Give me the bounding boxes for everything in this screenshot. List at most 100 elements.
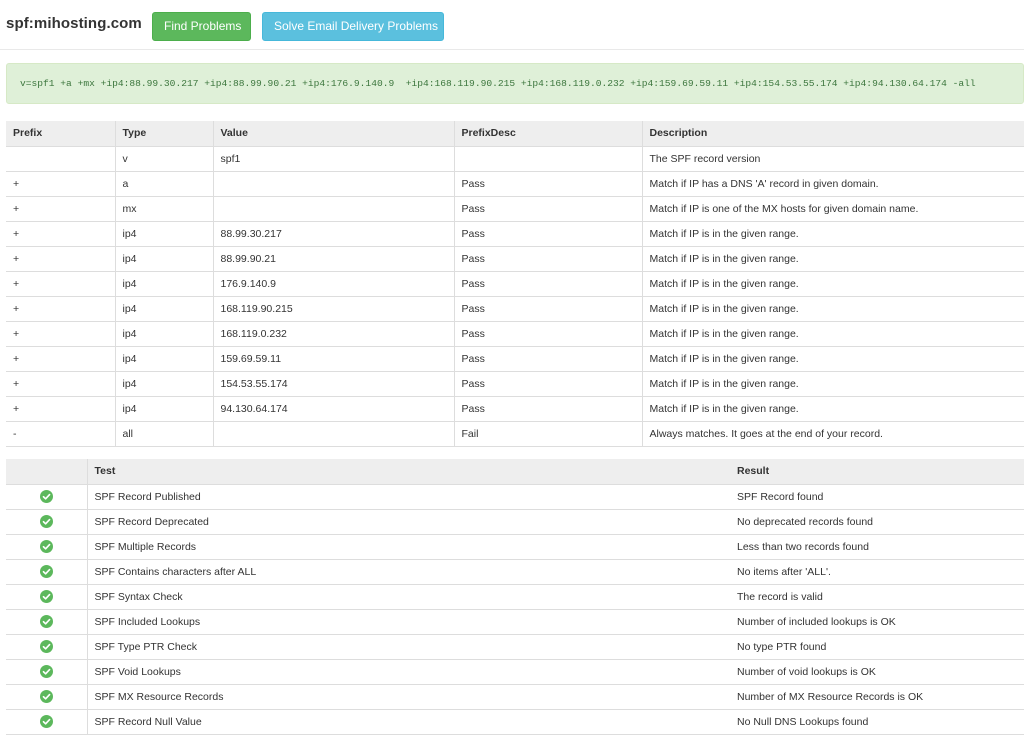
cell-type: ip4 bbox=[115, 346, 214, 371]
cell-type: ip4 bbox=[115, 321, 214, 346]
cell-prefixdesc: Pass bbox=[454, 371, 643, 396]
table-row: + mx Pass Match if IP is one of the MX host… bbox=[6, 196, 1024, 221]
cell-type: mx bbox=[115, 196, 214, 221]
cell-result: Less than two records found bbox=[737, 540, 869, 553]
cell-test: SPF Multiple Records bbox=[94, 540, 197, 553]
cell-result: Number of included lookups is OK bbox=[737, 615, 896, 628]
spf-tests-table: Test Result SPF Record Published SPF Reco… bbox=[6, 459, 1024, 735]
cell-description: Match if IP is in the given range. bbox=[649, 252, 799, 265]
cell-status bbox=[6, 534, 88, 559]
cell-type: ip4 bbox=[115, 271, 214, 296]
table-row: SPF Record Null Value No Null DNS Lookups… bbox=[6, 709, 1024, 734]
check-circle-icon bbox=[39, 590, 53, 603]
cell-prefixdesc: Pass bbox=[454, 221, 643, 246]
check-circle-icon bbox=[39, 690, 53, 703]
cell-result: Number of void lookups is OK bbox=[737, 665, 876, 678]
column-header-prefixdesc: PrefixDesc bbox=[454, 121, 643, 146]
cell-type: all bbox=[115, 421, 214, 446]
table-header-row: Test Result bbox=[6, 459, 1024, 484]
cell-value: 176.9.140.9 bbox=[213, 271, 455, 296]
table-row: + ip4 154.53.55.174 Pass Match if IP is in t… bbox=[6, 371, 1024, 396]
cell-status bbox=[6, 709, 88, 734]
cell-status bbox=[6, 559, 88, 584]
check-circle-icon bbox=[39, 640, 53, 653]
cell-value: 168.119.0.232 bbox=[213, 321, 455, 346]
cell-prefixdesc: Fail bbox=[454, 421, 643, 446]
cell-prefixdesc: Pass bbox=[454, 321, 643, 346]
spf-terms-table: Prefix Type Value PrefixDesc Description… bbox=[6, 121, 1024, 447]
cell-result: Number of MX Resource Records is OK bbox=[737, 690, 924, 703]
cell-status bbox=[6, 584, 88, 609]
table-row: + ip4 176.9.140.9 Pass Match if IP is in the… bbox=[6, 271, 1024, 296]
table-header-row: Prefix Type Value PrefixDesc Description bbox=[6, 121, 1024, 146]
table-row: SPF MX Resource Records Number of MX Reso… bbox=[6, 684, 1024, 709]
cell-prefixdesc: Pass bbox=[454, 171, 643, 196]
check-circle-icon bbox=[39, 615, 53, 628]
cell-prefix: + bbox=[6, 296, 116, 321]
cell-value: 159.69.59.11 bbox=[213, 346, 455, 371]
cell-status bbox=[6, 609, 88, 634]
cell-prefixdesc: Pass bbox=[454, 296, 643, 321]
cell-value: 168.119.90.215 bbox=[213, 296, 455, 321]
cell-prefix: + bbox=[6, 346, 116, 371]
solve-email-delivery-button[interactable]: Solve Email Delivery Problems bbox=[262, 12, 444, 41]
cell-description: Match if IP is in the given range. bbox=[649, 352, 799, 365]
cell-result: No deprecated records found bbox=[737, 515, 874, 528]
cell-status bbox=[6, 634, 88, 659]
cell-description: Match if IP is in the given range. bbox=[649, 227, 799, 240]
cell-description: Always matches. It goes at the end of yo… bbox=[649, 427, 883, 440]
table-row: + a Pass Match if IP has a DNS 'A' record i… bbox=[6, 171, 1024, 196]
column-header-description: Description bbox=[642, 121, 1024, 146]
cell-test: SPF Contains characters after ALL bbox=[94, 565, 257, 578]
cell-type: a bbox=[115, 171, 214, 196]
find-problems-button[interactable]: Find Problems bbox=[152, 12, 251, 41]
cell-test: SPF Record Deprecated bbox=[94, 515, 209, 528]
table-row: + ip4 159.69.59.11 Pass Match if IP is in th… bbox=[6, 346, 1024, 371]
cell-value: 154.53.55.174 bbox=[213, 371, 455, 396]
cell-value bbox=[213, 171, 455, 196]
cell-status bbox=[6, 484, 88, 509]
cell-test: SPF Syntax Check bbox=[94, 590, 183, 603]
cell-status bbox=[6, 509, 88, 534]
cell-prefixdesc: Pass bbox=[454, 271, 643, 296]
page-title: spf:mihosting.com bbox=[6, 15, 142, 32]
cell-description: The SPF record version bbox=[649, 152, 761, 165]
cell-value bbox=[213, 421, 455, 446]
table-row: + ip4 94.130.64.174 Pass Match if IP is in t… bbox=[6, 396, 1024, 421]
cell-prefixdesc bbox=[454, 146, 643, 171]
cell-prefix: + bbox=[6, 396, 116, 421]
cell-prefix: + bbox=[6, 246, 116, 271]
cell-test: SPF Type PTR Check bbox=[94, 640, 198, 653]
cell-test: SPF Record Null Value bbox=[94, 715, 202, 728]
spf-record-text: v=spf1 +a +mx +ip4:88.99.30.217 +ip4:88.… bbox=[20, 78, 976, 89]
check-circle-icon bbox=[39, 540, 53, 553]
cell-test: SPF Void Lookups bbox=[94, 665, 181, 678]
table-row: SPF Syntax Check The record is valid bbox=[6, 584, 1024, 609]
column-header-value: Value bbox=[213, 121, 455, 146]
column-header-result: Result bbox=[730, 459, 1024, 484]
column-header-type: Type bbox=[115, 121, 214, 146]
cell-prefixdesc: Pass bbox=[454, 396, 643, 421]
cell-result: SPF Record found bbox=[737, 490, 824, 503]
cell-status bbox=[6, 659, 88, 684]
spf-record-box: v=spf1 +a +mx +ip4:88.99.30.217 +ip4:88.… bbox=[6, 63, 1024, 104]
column-header-test: Test bbox=[87, 459, 730, 484]
column-header-status bbox=[6, 459, 88, 484]
table-row: - all Fail Always matches. It goes at the e… bbox=[6, 421, 1024, 446]
cell-prefix: + bbox=[6, 221, 116, 246]
cell-value: spf1 bbox=[213, 146, 455, 171]
check-circle-icon bbox=[39, 490, 53, 503]
table-row: SPF Record Published SPF Record found bbox=[6, 484, 1024, 509]
cell-description: Match if IP is in the given range. bbox=[649, 377, 799, 390]
cell-type: ip4 bbox=[115, 246, 214, 271]
cell-description: Match if IP is in the given range. bbox=[649, 402, 799, 415]
cell-prefix: + bbox=[6, 171, 116, 196]
cell-prefix: + bbox=[6, 271, 116, 296]
cell-description: Match if IP is one of the MX hosts for g… bbox=[649, 202, 919, 215]
check-circle-icon bbox=[39, 515, 53, 528]
cell-prefix: - bbox=[6, 421, 116, 446]
cell-prefix bbox=[6, 146, 116, 171]
cell-description: Match if IP is in the given range. bbox=[649, 277, 799, 290]
table-row: + ip4 168.119.90.215 Pass Match if IP is in … bbox=[6, 296, 1024, 321]
cell-type: ip4 bbox=[115, 221, 214, 246]
